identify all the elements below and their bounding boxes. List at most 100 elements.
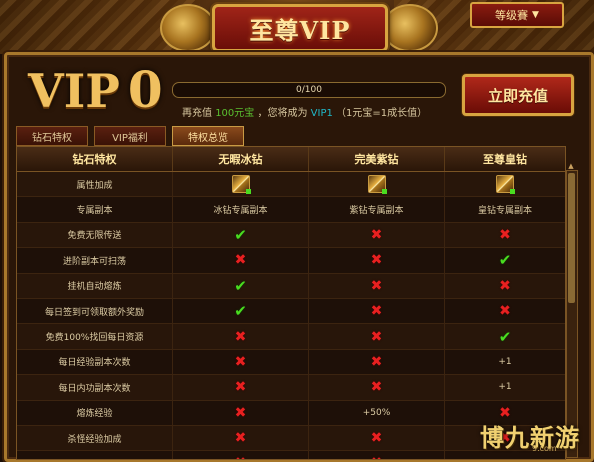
value-cell: 紫钻专属副本 <box>309 197 445 222</box>
watermark-logo: 博九新游 <box>480 424 580 452</box>
privilege-name: 杀怪经验加成 <box>17 425 173 451</box>
table-row: 每日签到可领取额外奖励 ✔ ✖ ✖ <box>17 298 565 325</box>
value-cell: +1 <box>498 382 512 393</box>
privilege-name: 免费无限传送 <box>17 222 173 248</box>
value-cell: +50% <box>309 400 445 425</box>
cross-icon: ✖ <box>370 226 383 243</box>
recharge-mid: ，您将成为 <box>257 108 308 119</box>
cross-cell: ✖ <box>445 299 565 323</box>
table-body: 属性加成 专属副本 冰钻专属副本 紫钻专属副本 皇钻专属副本 免费无限传送 ✔ ✖ ✖ 进阶副本可… <box>17 172 565 459</box>
page-title: 至尊VIP <box>212 4 388 52</box>
privilege-name: 免费100%找回每日资源 <box>17 324 173 349</box>
cross-icon: ✖ <box>370 353 383 370</box>
check-cell: ✔ <box>173 298 309 324</box>
sword-icon[interactable] <box>231 175 251 195</box>
check-cell: ✔ <box>173 222 309 248</box>
cross-cell: ✖ <box>173 375 309 400</box>
scroll-up-icon[interactable]: ▲ <box>566 162 576 170</box>
table-row: 专属副本 冰钻专属副本 紫钻专属副本 皇钻专属副本 <box>17 197 565 223</box>
sword-icon[interactable] <box>496 175 515 195</box>
cross-icon: ✖ <box>234 328 247 345</box>
check-icon: ✔ <box>498 251 512 270</box>
scrollbar[interactable] <box>566 170 578 458</box>
cross-icon: ✖ <box>370 328 383 345</box>
growth-progress-bar: 0/100 <box>172 82 446 98</box>
column-header: 完美紫钻 <box>309 147 445 171</box>
recharge-suffix: （1元宝=1成长值） <box>336 108 428 119</box>
cross-icon: ✖ <box>234 404 247 421</box>
cross-cell: ✖ <box>309 298 445 324</box>
privilege-name <box>17 451 173 459</box>
table-header: 钻石特权 无暇冰钻 完美紫钻 至尊皇钻 <box>17 147 565 172</box>
cross-cell: ✖ <box>173 349 309 375</box>
cross-icon: ✖ <box>234 252 247 269</box>
cross-icon: ✖ <box>370 252 383 269</box>
cross-cell: ✖ <box>173 425 309 451</box>
attribute-icon-cell <box>309 172 445 197</box>
cross-icon: ✖ <box>234 430 247 447</box>
cross-cell: ✖ <box>309 222 445 248</box>
check-cell: ✔ <box>445 248 565 272</box>
cross-icon: ✖ <box>499 277 511 294</box>
tab-privilege-overview[interactable]: 特权总览 <box>172 126 244 146</box>
tab-vip-benefits[interactable]: VIP福利 <box>94 126 166 146</box>
column-header: 钻石特权 <box>17 147 173 171</box>
table-row: 每日内功副本次数 ✖ ✖ +1 <box>17 375 565 401</box>
recharge-amount: 100元宝 <box>215 108 255 119</box>
attribute-icon-cell <box>445 172 565 196</box>
cross-cell: ✖ <box>309 324 445 349</box>
privilege-name: 专属副本 <box>17 197 173 222</box>
cross-icon: ✖ <box>370 277 383 294</box>
cross-icon: ✖ <box>234 353 247 370</box>
privilege-name: 熔炼经验 <box>17 400 173 425</box>
column-header: 无暇冰钻 <box>173 147 309 171</box>
attribute-icon-cell <box>173 172 309 197</box>
chevron-down-icon: ▼ <box>532 10 539 20</box>
watermark-sub: 9.com <box>532 444 557 453</box>
table-row: 每日经验副本次数 ✖ ✖ +1 <box>17 349 565 376</box>
value-cell: +1 <box>498 356 512 367</box>
recharge-now-button[interactable]: 立即充值 <box>462 74 574 116</box>
check-cell: ✔ <box>173 273 309 298</box>
cross-cell: ✖ <box>309 451 445 459</box>
scrollbar-thumb[interactable] <box>568 173 575 303</box>
table-row: 免费100%找回每日资源 ✖ ✖ ✔ <box>17 324 565 350</box>
cross-cell: ✖ <box>445 274 565 298</box>
value-cell: 皇钻专属副本 <box>477 206 532 217</box>
check-cell: ✔ <box>445 324 565 348</box>
privilege-name: 每日内功副本次数 <box>17 375 173 400</box>
cross-cell: ✖ <box>173 248 309 273</box>
privilege-table: 钻石特权 无暇冰钻 完美紫钻 至尊皇钻 属性加成 专属副本 冰钻专属副本 紫钻专属副本… <box>16 146 566 460</box>
column-header: 至尊皇钻 <box>483 153 527 166</box>
privilege-name: 属性加成 <box>17 172 173 197</box>
dragon-ornament-left-icon <box>160 4 216 52</box>
cross-icon: ✖ <box>370 303 383 320</box>
vip-label: VIP <box>28 64 120 118</box>
cross-cell: ✖ <box>173 400 309 425</box>
cross-cell: ✖ <box>309 425 445 451</box>
privilege-name: 进阶副本可扫荡 <box>17 248 173 273</box>
cross-icon: ✖ <box>234 379 247 396</box>
value-cell: 冰钻专属副本 <box>173 197 309 222</box>
dragon-ornament-right-icon <box>382 4 438 52</box>
level-tab-label: 等级賽 <box>495 9 529 22</box>
cross-cell: ✖ <box>309 375 445 400</box>
cross-cell: ✖ <box>309 273 445 298</box>
check-icon: ✔ <box>498 327 512 346</box>
cross-icon: ✖ <box>370 379 383 396</box>
vip-level-number: 0 <box>127 60 163 119</box>
vip-level-display: VIP 0 <box>28 60 163 120</box>
cross-icon: ✖ <box>499 303 511 320</box>
progress-text: 0/100 <box>296 85 322 95</box>
cross-cell: ✖ <box>445 223 565 247</box>
check-icon: ✔ <box>234 276 247 295</box>
recharge-target: VIP1 <box>310 108 333 119</box>
sword-icon[interactable] <box>367 175 387 195</box>
check-icon: ✔ <box>234 225 247 244</box>
tab-diamond-privilege[interactable]: 钻石特权 <box>16 126 88 146</box>
page-title-text: 至尊VIP <box>249 15 351 45</box>
table-row: 挂机自动熔炼 ✔ ✖ ✖ <box>17 273 565 299</box>
privilege-name: 挂机自动熔炼 <box>17 273 173 298</box>
table-row: 免费无限传送 ✔ ✖ ✖ <box>17 222 565 249</box>
level-tab[interactable]: 等级賽 ▼ <box>470 2 564 28</box>
